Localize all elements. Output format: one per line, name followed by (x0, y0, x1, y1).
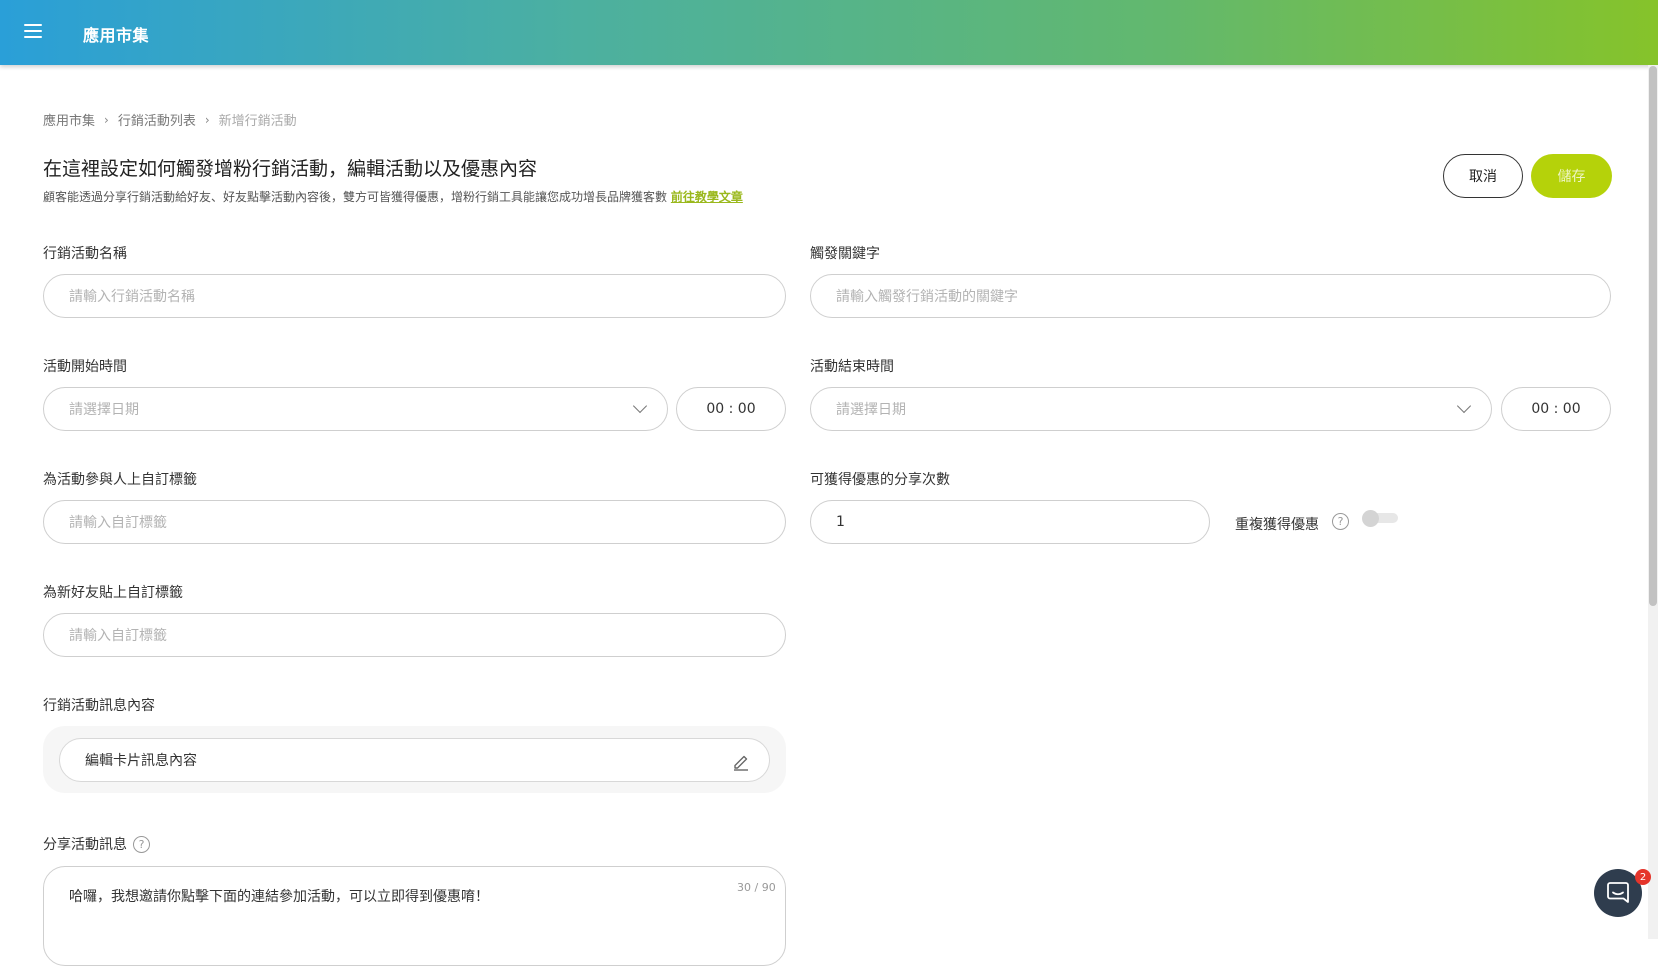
repeat-reward-label: 重複獲得優惠 (1235, 517, 1319, 533)
start-date-placeholder: 請選擇日期 (69, 402, 139, 418)
page-description-text: 顧客能透過分享行銷活動給好友、好友點擊活動內容後，雙方可皆獲得優惠，增粉行銷工具… (43, 190, 668, 204)
notification-badge: 2 (1635, 869, 1651, 885)
app-title: 應用市集 (83, 26, 150, 45)
save-button[interactable]: 儲存 (1531, 154, 1612, 198)
start-time-input[interactable]: 00 : 00 (676, 387, 786, 431)
pencil-icon (734, 755, 748, 771)
help-circle-icon[interactable]: ? (1332, 513, 1349, 530)
end-date-placeholder: 請選擇日期 (836, 402, 906, 418)
toggle-knob (1362, 510, 1379, 527)
character-counter: 30 / 90 (737, 881, 776, 894)
edit-card-message-label: 編輯卡片訊息內容 (85, 753, 197, 769)
participant-tag-label: 為活動參與人上自訂標籤 (43, 472, 197, 488)
message-content-label: 行銷活動訊息內容 (43, 698, 155, 714)
edit-card-message-button[interactable]: 編輯卡片訊息內容 (59, 738, 770, 782)
share-count-label: 可獲得優惠的分享次數 (810, 472, 950, 488)
share-message-label: 分享活動訊息 (43, 837, 127, 853)
hamburger-icon[interactable] (24, 24, 46, 40)
page-description: 顧客能透過分享行銷活動給好友、好友點擊活動內容後，雙方可皆獲得優惠，增粉行銷工具… (43, 188, 743, 205)
breadcrumb-item-app-market[interactable]: 應用市集 (43, 110, 95, 129)
new-friend-tag-placeholder: 請輸入自訂標籤 (69, 628, 167, 644)
start-date-select[interactable]: 請選擇日期 (43, 387, 668, 431)
chat-bubble-icon (1607, 882, 1629, 903)
participant-tag-placeholder: 請輸入自訂標籤 (69, 515, 167, 531)
campaign-name-input[interactable]: 請輸入行銷活動名稱 (43, 274, 786, 318)
repeat-reward-toggle[interactable] (1362, 510, 1398, 527)
share-message-label-group: 分享活動訊息 ? (43, 834, 150, 854)
chevron-down-icon (1456, 398, 1472, 414)
breadcrumb-item-current: 新增行銷活動 (218, 114, 297, 129)
keyword-input[interactable]: 請輸入觸發行銷活動的關鍵字 (810, 274, 1611, 318)
cancel-button[interactable]: 取消 (1443, 154, 1523, 198)
share-message-textarea[interactable]: 哈囉，我想邀請你點擊下面的連結參加活動，可以立即得到優惠唷！ (43, 866, 786, 966)
new-friend-tag-label: 為新好友貼上自訂標籤 (43, 585, 183, 601)
scrollbar-thumb[interactable] (1649, 66, 1657, 606)
page-title: 在這裡設定如何觸發增粉行銷活動，編輯活動以及優惠內容 (43, 158, 538, 180)
end-time-label: 活動結束時間 (810, 359, 894, 375)
chevron-right-icon: › (104, 112, 109, 127)
breadcrumb: 應用市集 › 行銷活動列表 › 新增行銷活動 (43, 110, 297, 130)
start-time-label: 活動開始時間 (43, 359, 127, 375)
help-circle-icon[interactable]: ? (133, 835, 150, 853)
end-time-input[interactable]: 00 : 00 (1501, 387, 1611, 431)
campaign-name-label: 行銷活動名稱 (43, 246, 127, 262)
tutorial-link[interactable]: 前往教學文章 (671, 190, 743, 204)
chevron-right-icon: › (204, 112, 210, 127)
end-date-select[interactable]: 請選擇日期 (810, 387, 1492, 431)
top-navigation-bar: 應用市集 (0, 0, 1658, 65)
keyword-placeholder: 請輸入觸發行銷活動的關鍵字 (836, 289, 1018, 305)
chevron-down-icon (632, 398, 648, 414)
breadcrumb-item-campaign-list[interactable]: 行銷活動列表 (118, 110, 196, 129)
keyword-label: 觸發關鍵字 (810, 246, 880, 262)
share-count-input[interactable]: 1 (810, 500, 1210, 544)
campaign-name-placeholder: 請輸入行銷活動名稱 (69, 289, 195, 305)
participant-tag-input[interactable]: 請輸入自訂標籤 (43, 500, 786, 544)
new-friend-tag-input[interactable]: 請輸入自訂標籤 (43, 613, 786, 657)
